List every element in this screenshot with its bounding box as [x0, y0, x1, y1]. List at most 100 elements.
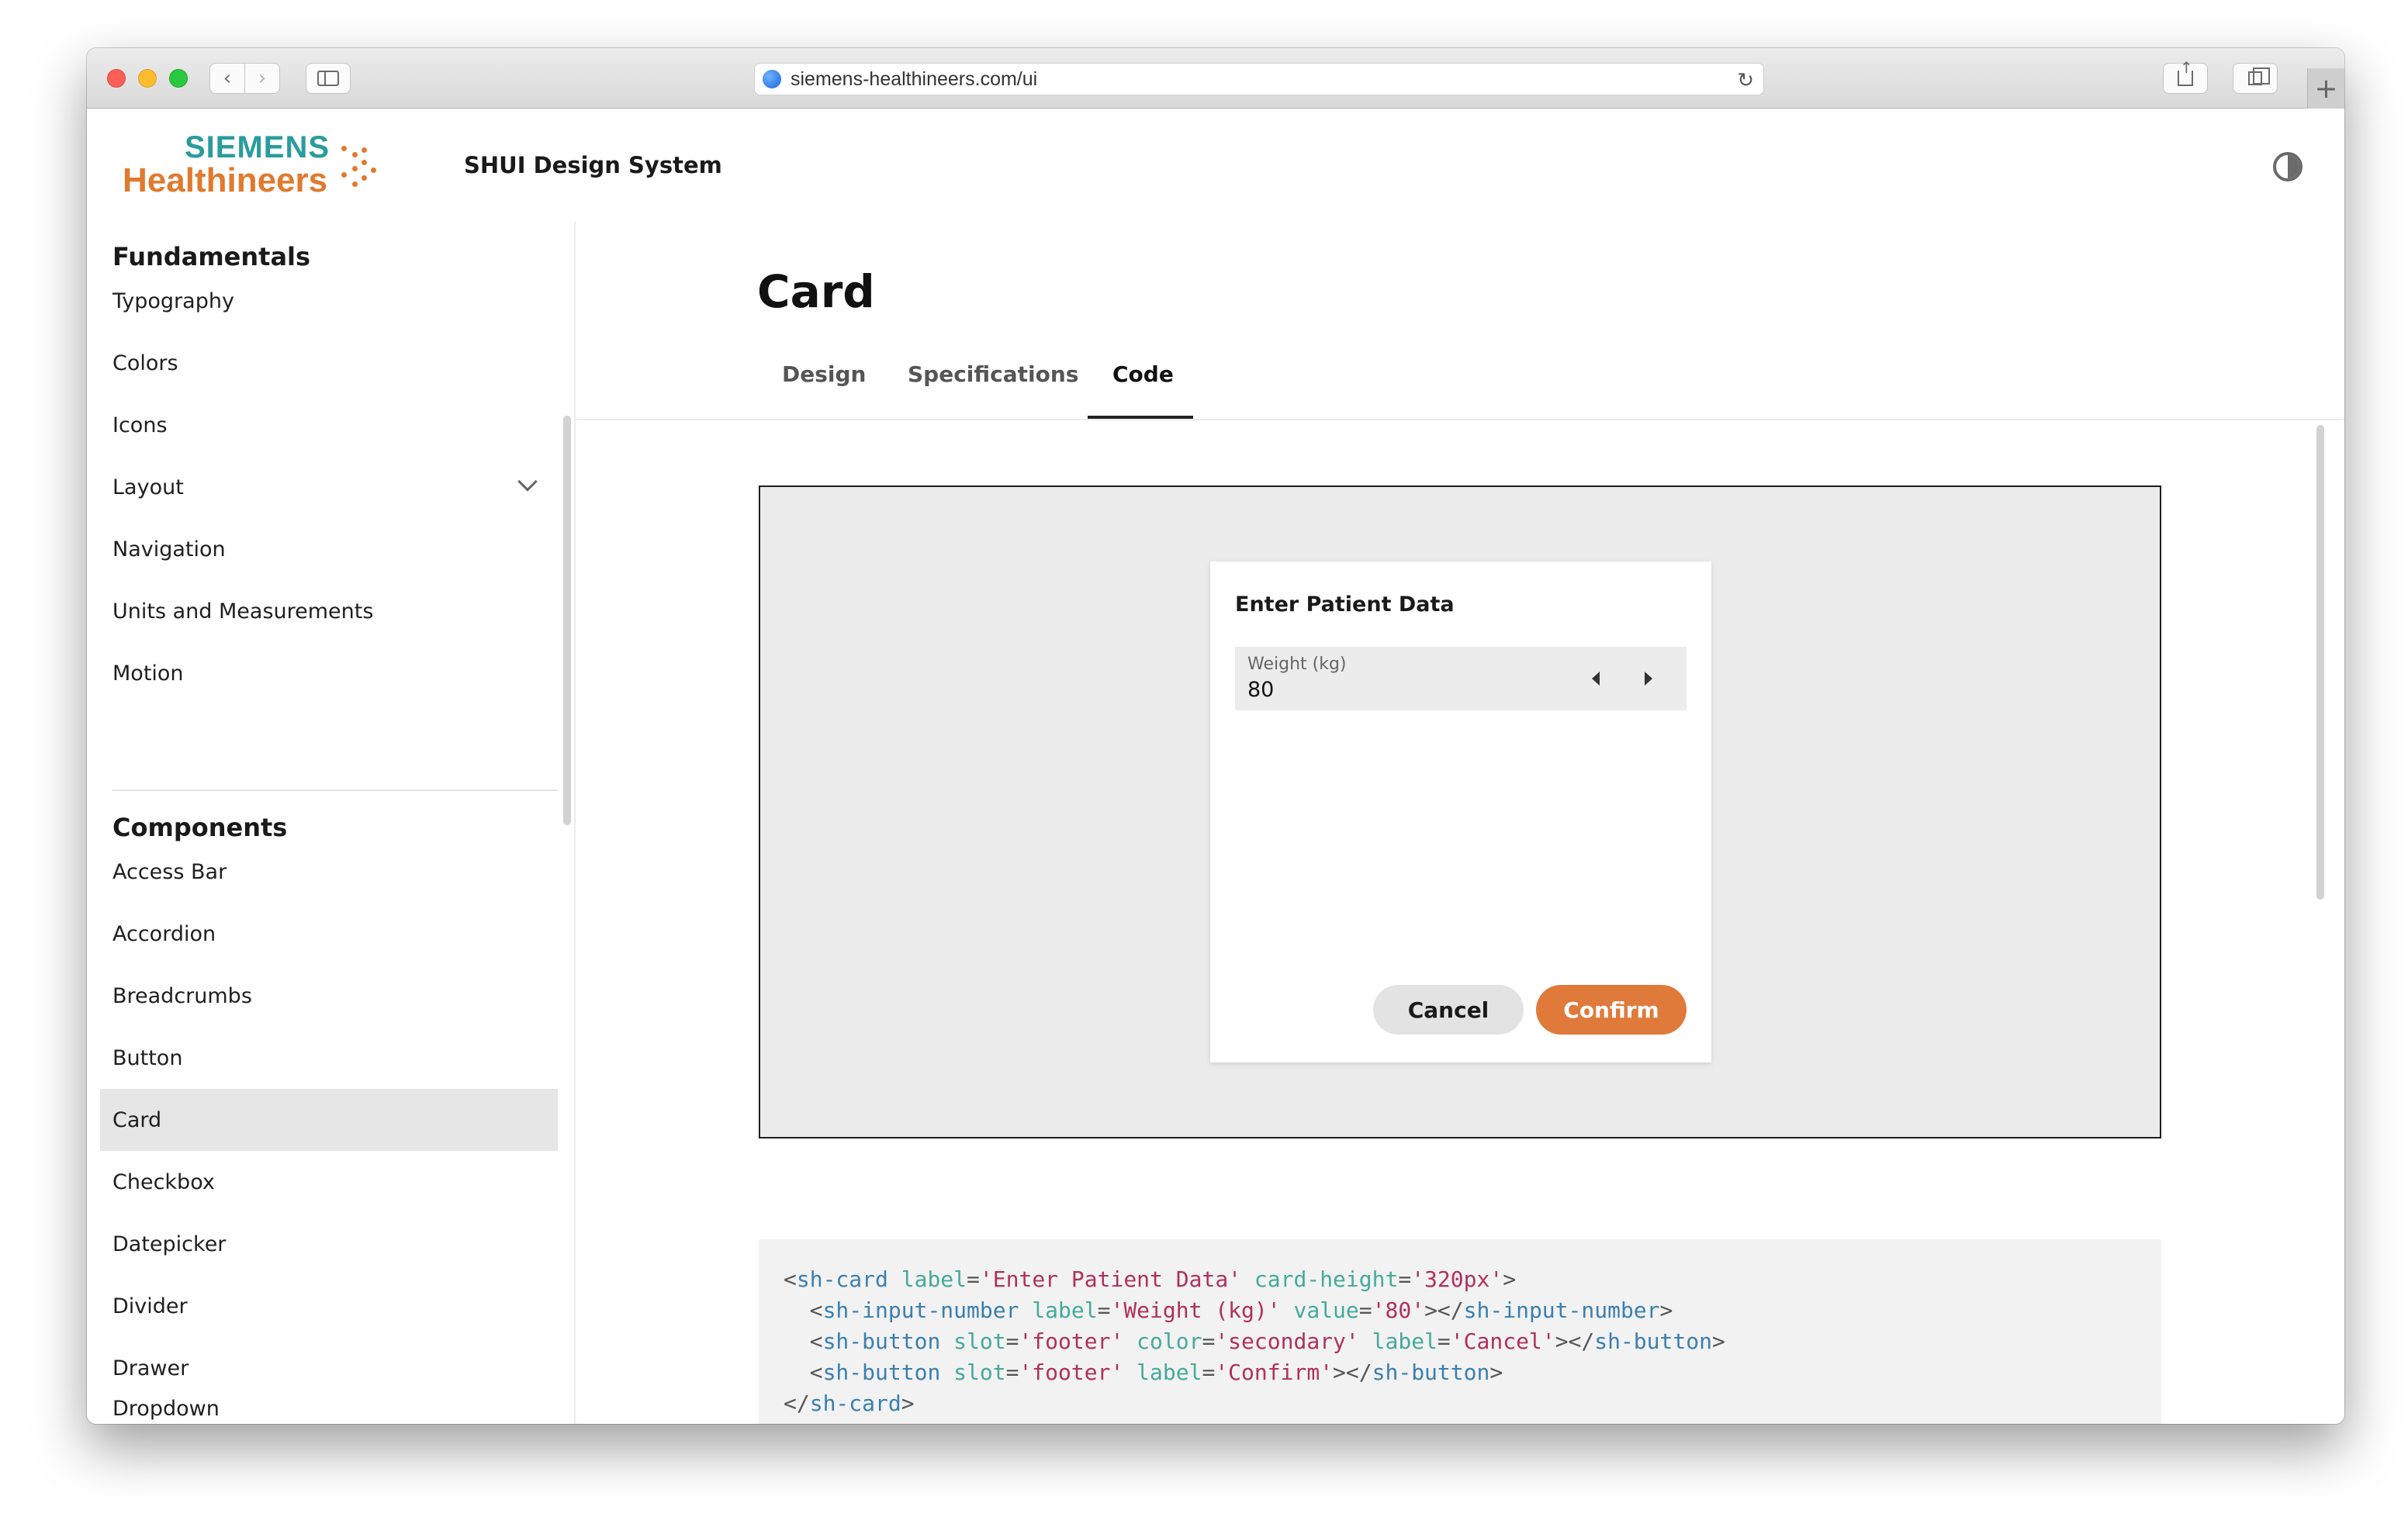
- code-token: 'secondary': [1215, 1328, 1359, 1354]
- sidebar-item-label: Datepicker: [112, 1232, 227, 1256]
- code-token: 'footer': [1019, 1360, 1124, 1385]
- reload-icon[interactable]: ↻: [1737, 68, 1754, 92]
- code-token: ></: [1424, 1297, 1464, 1323]
- sidebar-item-divider[interactable]: Divider: [100, 1275, 558, 1337]
- code-token: sh-button: [822, 1360, 941, 1385]
- code-token: =: [1202, 1360, 1216, 1385]
- stepper-right-icon[interactable]: [1645, 672, 1652, 686]
- code-token: label: [901, 1266, 967, 1292]
- logo-top-text: SIEMENS: [185, 130, 330, 164]
- sidebar-item-label: Access Bar: [112, 859, 227, 884]
- minimize-window-button[interactable]: [138, 69, 157, 88]
- contrast-icon[interactable]: [2273, 152, 2302, 181]
- code-token: 'Weight (kg)': [1110, 1297, 1281, 1323]
- cancel-button[interactable]: Cancel: [1373, 985, 1524, 1035]
- sidebar-item-accordion[interactable]: Accordion: [100, 903, 558, 965]
- code-token: card-height: [1254, 1266, 1399, 1292]
- code-token: 'Confirm': [1215, 1360, 1334, 1385]
- tab-design[interactable]: Design: [782, 361, 866, 387]
- code-token: =: [967, 1266, 980, 1292]
- sidebar-item-icons[interactable]: Icons: [100, 394, 558, 456]
- code-token: sh-button: [1372, 1360, 1490, 1385]
- sidebar-item-label: Checkbox: [112, 1170, 215, 1194]
- weight-input-label: Weight (kg): [1247, 655, 1347, 674]
- component-preview: Enter Patient Data Weight (kg) 80 Cancel…: [759, 485, 2161, 1138]
- forward-button[interactable]: ›: [244, 63, 280, 94]
- tab-specifications[interactable]: Specifications: [908, 361, 1078, 387]
- page-title: Card: [757, 265, 875, 318]
- sidebar-divider: [112, 789, 558, 791]
- code-token: >: [1659, 1297, 1673, 1323]
- code-token: =: [1097, 1297, 1111, 1323]
- sidebar-item-typography[interactable]: Typography: [100, 270, 558, 332]
- sidebar-item-colors[interactable]: Colors: [100, 332, 558, 394]
- sidebar-item-card[interactable]: Card: [100, 1089, 558, 1151]
- zoom-window-button[interactable]: [169, 69, 188, 88]
- new-tab-button[interactable]: +: [2307, 68, 2344, 109]
- code-token: slot: [953, 1360, 1006, 1385]
- chevron-right-icon: ›: [258, 67, 267, 90]
- sidebar-item-label: Colors: [112, 351, 178, 375]
- chevron-down-icon[interactable]: [517, 472, 538, 492]
- code-token: =: [1005, 1328, 1019, 1354]
- weight-input-value[interactable]: 80: [1247, 678, 1274, 702]
- sidebar: Fundamentals Typography Colors Icons Lay…: [87, 222, 576, 1424]
- address-bar[interactable]: siemens-healthineers.com/ui ↻: [754, 63, 1764, 95]
- sidebar-item-checkbox[interactable]: Checkbox: [100, 1151, 558, 1213]
- sidebar-item-label: Navigation: [112, 537, 226, 561]
- back-button[interactable]: ‹: [209, 63, 245, 94]
- code-token: =: [1202, 1328, 1216, 1354]
- sidebar-item-navigation[interactable]: Navigation: [100, 518, 558, 580]
- sidebar-item-layout[interactable]: Layout: [100, 456, 558, 518]
- sidebar-icon: [317, 71, 339, 86]
- code-token: >: [1489, 1360, 1503, 1385]
- sidebar-item-label: Units and Measurements: [112, 599, 374, 624]
- share-button[interactable]: [2163, 58, 2208, 94]
- card-title: Enter Patient Data: [1235, 593, 1455, 617]
- sidebar-item-label: Button: [112, 1045, 183, 1070]
- url-text: siemens-healthineers.com/ui: [791, 67, 1038, 90]
- sidebar-item-button[interactable]: Button: [100, 1027, 558, 1089]
- fundamentals-heading: Fundamentals: [112, 242, 311, 271]
- logo-dots-icon: [338, 141, 379, 191]
- sidebar-item-datepicker[interactable]: Datepicker: [100, 1213, 558, 1275]
- sidebar-item-label: Card: [112, 1107, 162, 1132]
- code-token: >: [901, 1391, 915, 1416]
- sidebar-item-label: Drawer: [112, 1356, 189, 1380]
- show-sidebar-button[interactable]: [306, 63, 351, 94]
- logo-bottom-text: Healthineers: [123, 161, 328, 199]
- sidebar-item-breadcrumbs[interactable]: Breadcrumbs: [100, 965, 558, 1027]
- code-token: =: [1005, 1360, 1019, 1385]
- code-snippet[interactable]: <sh-card label='Enter Patient Data' card…: [759, 1239, 2161, 1424]
- code-token: ></: [1333, 1360, 1372, 1385]
- code-token: color: [1137, 1328, 1202, 1354]
- sidebar-item-dropdown[interactable]: Dropdown: [100, 1380, 558, 1424]
- sidebar-item-motion[interactable]: Motion: [100, 642, 558, 704]
- code-token: sh-card: [809, 1391, 901, 1416]
- code-token: =: [1437, 1328, 1451, 1354]
- siemens-healthineers-logo[interactable]: SIEMENS Healthineers: [123, 127, 379, 205]
- code-token: label: [1137, 1360, 1202, 1385]
- main-scrollbar[interactable]: [2316, 425, 2324, 900]
- code-token: <: [784, 1266, 797, 1292]
- weight-number-input[interactable]: Weight (kg) 80: [1235, 647, 1687, 710]
- tab-code[interactable]: Code: [1112, 361, 1174, 387]
- browser-toolbar: ‹ › siemens-healthineers.com/ui ↻ +: [87, 48, 2344, 109]
- code-token: value: [1293, 1297, 1359, 1323]
- sidebar-item-access-bar[interactable]: Access Bar: [100, 841, 558, 903]
- tabs-icon: [2248, 67, 2270, 85]
- show-tabs-button[interactable]: [2233, 63, 2278, 94]
- sidebar-item-label: Breadcrumbs: [112, 983, 252, 1008]
- close-window-button[interactable]: [107, 69, 126, 88]
- sidebar-item-label: Layout: [112, 475, 184, 499]
- code-token: 'Enter Patient Data': [979, 1266, 1242, 1292]
- browser-window: ‹ › siemens-healthineers.com/ui ↻ + SIEM…: [87, 48, 2344, 1424]
- confirm-button[interactable]: Confirm: [1536, 985, 1687, 1035]
- sidebar-item-label: Icons: [112, 413, 168, 437]
- tabs-divider: [576, 419, 2344, 420]
- sidebar-item-units-and-measurements[interactable]: Units and Measurements: [100, 580, 558, 642]
- sidebar-scrollbar[interactable]: [563, 416, 571, 825]
- code-token: sh-input-number: [822, 1297, 1019, 1323]
- stepper-left-icon[interactable]: [1592, 672, 1600, 686]
- code-token: >: [1503, 1266, 1517, 1292]
